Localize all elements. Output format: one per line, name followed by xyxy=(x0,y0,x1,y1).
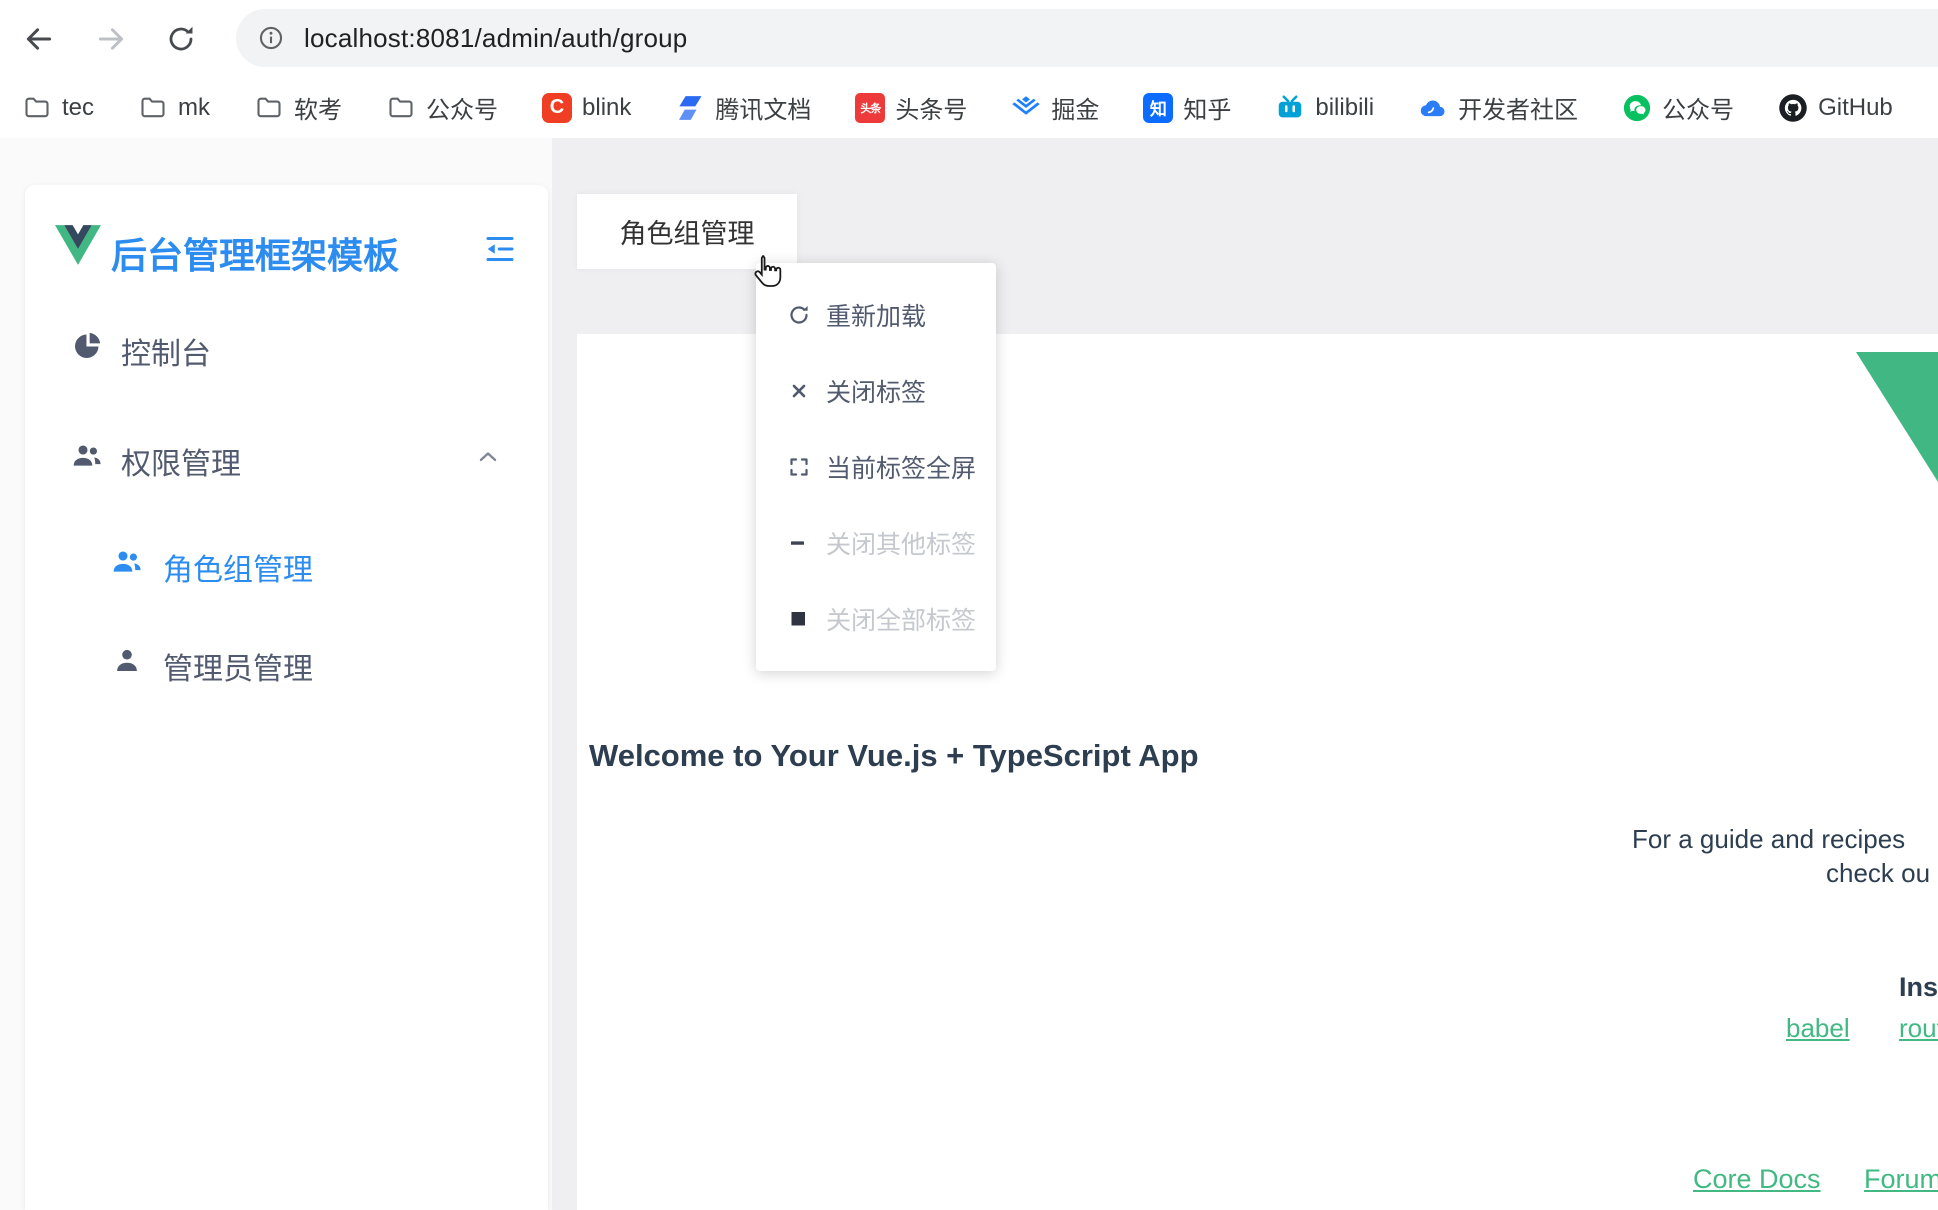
folder-icon xyxy=(386,93,416,123)
bookmark-gongzhonghao-folder[interactable]: 公众号 xyxy=(386,90,498,125)
tab-role-group[interactable]: 角色组管理 xyxy=(577,194,797,269)
sidebar-item-dashboard[interactable]: 控制台 xyxy=(25,318,548,374)
dashboard-icon xyxy=(71,330,103,367)
arrow-left-icon xyxy=(22,22,56,56)
bookmark-toutiao[interactable]: 头条 头条号 xyxy=(855,90,967,125)
sidebar-collapse-icon[interactable] xyxy=(482,231,518,272)
plugins-heading: Ins xyxy=(1899,972,1938,1003)
fullscreen-icon xyxy=(786,454,812,480)
back-button[interactable] xyxy=(18,18,60,60)
bookmark-label: 公众号 xyxy=(426,90,498,125)
context-menu-label: 关闭标签 xyxy=(826,373,926,409)
square-icon xyxy=(786,606,812,632)
sidebar-item-label: 权限管理 xyxy=(121,439,241,483)
context-menu-reload[interactable]: 重新加载 xyxy=(756,277,996,353)
sidebar-item-label: 管理员管理 xyxy=(163,644,313,688)
forum-link[interactable]: Forum xyxy=(1864,1164,1938,1195)
bookmark-wechat-official[interactable]: 公众号 xyxy=(1622,90,1734,125)
user-group-icon xyxy=(111,546,143,583)
bilibili-icon xyxy=(1275,93,1305,123)
bookmark-label: 软考 xyxy=(294,90,342,125)
bookmark-dev-community[interactable]: 开发者社区 xyxy=(1418,90,1578,125)
guide-text-line2: check ou xyxy=(1826,858,1930,889)
toutiao-icon: 头条 xyxy=(855,93,885,123)
context-menu-label: 关闭其他标签 xyxy=(826,525,976,561)
router-link[interactable]: rout xyxy=(1899,1013,1938,1044)
folder-icon xyxy=(22,93,52,123)
bookmark-label: bilibili xyxy=(1315,94,1374,122)
bookmark-label: 开发者社区 xyxy=(1458,90,1578,125)
blink-icon: C xyxy=(542,93,572,123)
person-icon xyxy=(111,645,143,682)
bookmark-blink[interactable]: C blink xyxy=(542,93,631,123)
bookmark-juejin[interactable]: 掘金 xyxy=(1011,90,1099,125)
url-text[interactable]: localhost:8081/admin/auth/group xyxy=(304,23,687,54)
bookmark-label: 公众号 xyxy=(1662,90,1734,125)
sidebar-header: 后台管理框架模板 xyxy=(25,219,548,279)
app-page: 后台管理框架模板 控制台 权限管理 xyxy=(0,138,1938,1210)
sidebar: 后台管理框架模板 控制台 权限管理 xyxy=(25,185,548,1210)
bookmark-ruankao[interactable]: 软考 xyxy=(254,90,342,125)
babel-link[interactable]: babel xyxy=(1786,1013,1850,1044)
sidebar-item-admin[interactable]: 管理员管理 xyxy=(25,633,548,689)
chevron-up-icon[interactable] xyxy=(474,443,502,476)
bookmarks-bar: tec mk 软考 公众号 C blink 腾讯文档 头条 头条号 掘金 xyxy=(0,77,1938,138)
arrow-right-icon xyxy=(94,22,128,56)
bookmark-label: tec xyxy=(62,94,94,122)
context-menu-label: 重新加载 xyxy=(826,297,926,333)
url-bar[interactable]: localhost:8081/admin/auth/group xyxy=(236,9,1938,67)
bookmark-zhihu[interactable]: 知 知乎 xyxy=(1143,90,1231,125)
bookmark-label: mk xyxy=(178,94,210,122)
wechat-icon xyxy=(1622,93,1652,123)
tab-context-menu: 重新加载 关闭标签 当前标签全屏 关闭其他标签 xyxy=(756,263,996,671)
sidebar-item-role-group[interactable]: 角色组管理 xyxy=(25,534,548,590)
context-menu-fullscreen[interactable]: 当前标签全屏 xyxy=(756,429,996,505)
context-menu-close-tab[interactable]: 关闭标签 xyxy=(756,353,996,429)
reload-button[interactable] xyxy=(160,18,202,60)
app-title: 后台管理框架模板 xyxy=(111,227,399,279)
folder-icon xyxy=(138,93,168,123)
minus-icon xyxy=(786,530,812,556)
tab-label: 角色组管理 xyxy=(620,212,755,251)
bookmark-bilibili[interactable]: bilibili xyxy=(1275,93,1374,123)
core-docs-link[interactable]: Core Docs xyxy=(1693,1164,1821,1195)
site-info-icon[interactable] xyxy=(256,23,286,53)
browser-toolbar: localhost:8081/admin/auth/group xyxy=(0,0,1938,77)
forward-button[interactable] xyxy=(90,18,132,60)
bookmark-label: 掘金 xyxy=(1051,90,1099,125)
bookmark-label: 知乎 xyxy=(1183,90,1231,125)
bookmark-mk[interactable]: mk xyxy=(138,93,210,123)
folder-icon xyxy=(254,93,284,123)
tencent-docs-icon xyxy=(675,93,705,123)
sidebar-item-label: 控制台 xyxy=(121,329,211,373)
sidebar-item-auth[interactable]: 权限管理 xyxy=(25,428,548,484)
context-menu-close-all: 关闭全部标签 xyxy=(756,581,996,657)
guide-text-line1: For a guide and recipes xyxy=(1632,824,1905,855)
reload-icon xyxy=(165,23,197,55)
vue-logo-icon xyxy=(55,225,101,270)
users-icon xyxy=(71,440,103,477)
cloud-icon xyxy=(1418,93,1448,123)
bookmark-label: GitHub xyxy=(1818,94,1893,122)
bookmark-tec[interactable]: tec xyxy=(22,93,94,123)
bookmark-label: 腾讯文档 xyxy=(715,90,811,125)
context-menu-label: 关闭全部标签 xyxy=(826,601,976,637)
close-icon xyxy=(786,378,812,404)
sidebar-item-label: 角色组管理 xyxy=(163,545,313,589)
bookmark-label: blink xyxy=(582,94,631,122)
bookmark-github[interactable]: GitHub xyxy=(1778,93,1893,123)
zhihu-icon: 知 xyxy=(1143,93,1173,123)
context-menu-close-others: 关闭其他标签 xyxy=(756,505,996,581)
bookmark-label: 头条号 xyxy=(895,90,967,125)
refresh-icon xyxy=(786,302,812,328)
context-menu-label: 当前标签全屏 xyxy=(826,449,976,485)
juejin-icon xyxy=(1011,93,1041,123)
github-icon xyxy=(1778,93,1808,123)
welcome-heading: Welcome to Your Vue.js + TypeScript App xyxy=(589,738,1199,774)
bookmark-tencent-docs[interactable]: 腾讯文档 xyxy=(675,90,811,125)
browser-window: localhost:8081/admin/auth/group tec mk 软… xyxy=(0,0,1938,1210)
